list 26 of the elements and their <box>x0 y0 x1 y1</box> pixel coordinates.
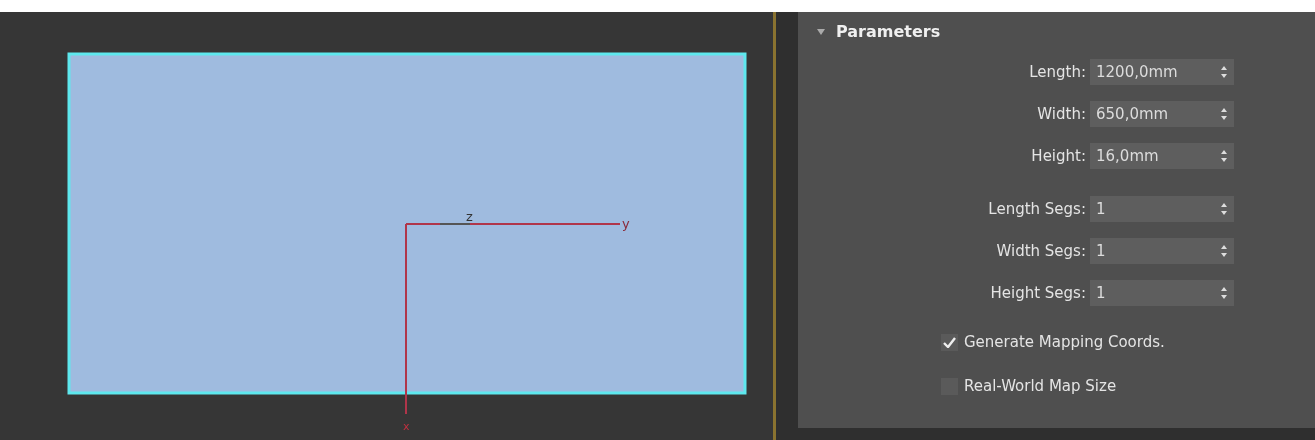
spinner-arrows-icon[interactable] <box>1220 286 1228 300</box>
spinner-arrows-icon[interactable] <box>1220 65 1228 79</box>
spinner-field[interactable]: 1 <box>1090 238 1234 264</box>
axis-label: y <box>622 216 630 231</box>
spinner-arrows-icon[interactable] <box>1220 202 1228 216</box>
checkbox-label[interactable]: Real-World Map Size <box>964 377 1117 395</box>
spinner-field[interactable]: 650,0mm <box>1090 101 1234 127</box>
field-label: Height: <box>1030 147 1086 165</box>
spinner-field[interactable]: 1 <box>1090 196 1234 222</box>
field-label: Height Segs: <box>989 284 1086 302</box>
spinner-field[interactable]: 1 <box>1090 280 1234 306</box>
axis-label: x <box>403 420 410 433</box>
spinner-arrows-icon[interactable] <box>1220 244 1228 258</box>
spinner-field[interactable]: 16,0mm <box>1090 143 1234 169</box>
collapse-arrow-icon[interactable] <box>816 27 826 36</box>
field-label: Length: <box>1028 63 1086 81</box>
field-label: Width Segs: <box>995 242 1086 260</box>
checkbox-label[interactable]: Generate Mapping Coords. <box>964 333 1165 351</box>
spinner-field[interactable]: 1200,0mm <box>1090 59 1234 85</box>
field-label: Width: <box>1036 105 1086 123</box>
spinner-arrows-icon[interactable] <box>1220 149 1228 163</box>
axis-label: z <box>466 209 473 224</box>
rollout-title[interactable]: Parameters <box>836 22 941 41</box>
field-label: Length Segs: <box>987 200 1086 218</box>
checkbox[interactable] <box>941 333 958 351</box>
spinner-arrows-icon[interactable] <box>1220 107 1228 121</box>
